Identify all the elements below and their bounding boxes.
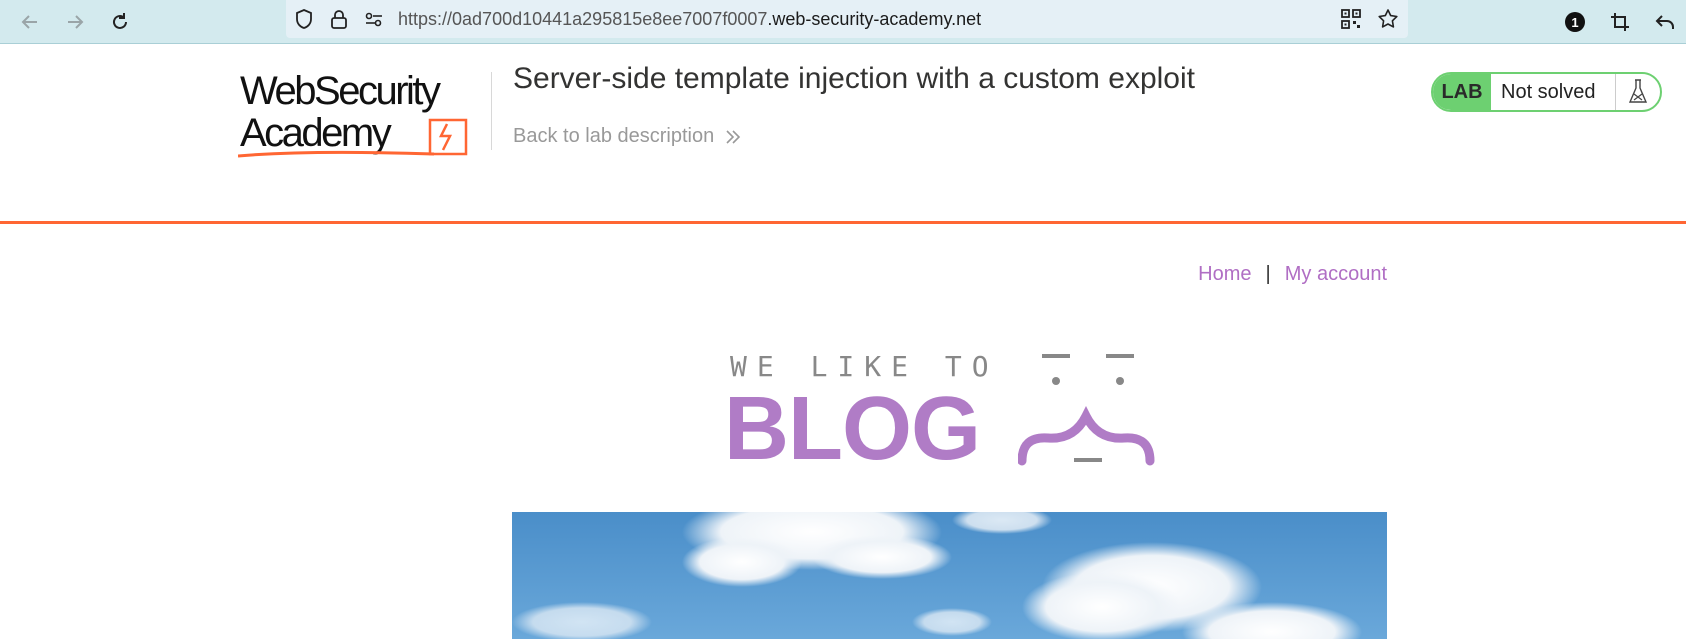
url-text[interactable]: https://0ad700d10441a295815e8ee7007f0007… — [398, 9, 981, 30]
site-permissions-icon[interactable] — [362, 7, 386, 31]
curly-brace-face-icon — [1018, 354, 1155, 466]
extension-badge-icon[interactable]: 1 — [1560, 7, 1590, 37]
header-accent-rule — [0, 221, 1686, 224]
back-to-lab-description-link[interactable]: Back to lab description — [513, 125, 742, 148]
lab-status-text: Not solved — [1501, 80, 1596, 103]
undo-arrow-icon[interactable] — [1650, 7, 1680, 37]
blog-hero-image — [512, 512, 1387, 639]
svg-text:Academy: Academy — [240, 111, 392, 155]
nav-home-link[interactable]: Home — [1198, 263, 1251, 286]
bookmark-star-icon[interactable] — [1376, 7, 1400, 31]
shield-icon[interactable] — [292, 7, 316, 31]
svg-text:WebSecurity: WebSecurity — [240, 70, 441, 113]
lock-icon[interactable] — [327, 7, 351, 31]
blog-nav: Home | My account — [1198, 263, 1387, 286]
flask-icon — [1615, 74, 1660, 110]
nav-my-account-link[interactable]: My account — [1285, 263, 1387, 286]
nav-separator: | — [1265, 263, 1271, 285]
qr-code-icon[interactable] — [1339, 7, 1363, 31]
forward-arrow-icon[interactable] — [60, 7, 90, 37]
back-arrow-icon[interactable] — [15, 7, 45, 37]
banner-word: BLOG — [724, 379, 981, 479]
crop-icon[interactable] — [1605, 7, 1635, 37]
lab-badge: LAB — [1433, 74, 1491, 110]
lab-status-widget: LAB Not solved — [1431, 72, 1662, 112]
browser-toolbar: https://0ad700d10441a295815e8ee7007f0007… — [0, 0, 1686, 44]
header-divider — [491, 72, 492, 150]
web-security-academy-logo[interactable]: WebSecurity Academy — [237, 69, 490, 162]
back-link-label: Back to lab description — [513, 125, 715, 147]
address-bar[interactable]: https://0ad700d10441a295815e8ee7007f0007… — [286, 0, 1408, 38]
double-chevron-right-icon — [726, 129, 741, 144]
lab-title: Server-side template injection with a cu… — [513, 62, 1195, 95]
reload-icon[interactable] — [105, 7, 135, 37]
blog-banner: WE LIKE TO BLOG — [724, 346, 1174, 479]
